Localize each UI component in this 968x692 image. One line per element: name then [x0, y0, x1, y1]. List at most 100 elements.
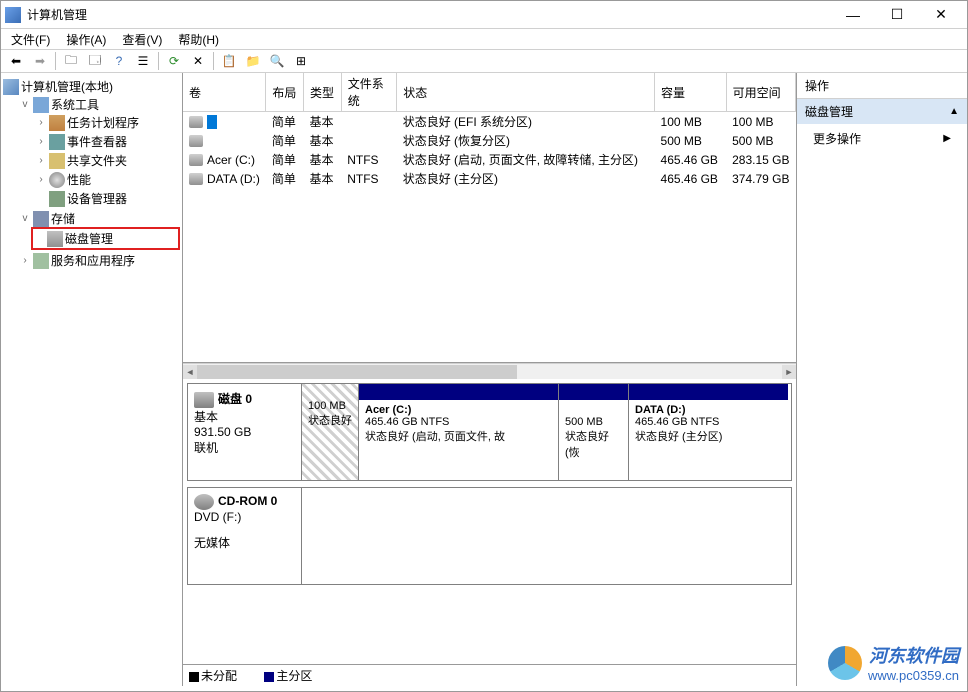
cell-status: 状态良好 (恢复分区) [397, 131, 655, 150]
cdrom-drive: DVD (F:) [194, 510, 295, 524]
tree-task-scheduler[interactable]: › 任务计划程序 [35, 114, 180, 131]
expand-icon[interactable]: › [35, 136, 47, 147]
expand-icon[interactable]: › [35, 117, 47, 128]
table-row[interactable]: 简单基本状态良好 (恢复分区)500 MB500 MB [183, 131, 796, 150]
disk-0-info: 磁盘 0 基本 931.50 GB 联机 [188, 384, 302, 480]
expand-icon[interactable]: v [19, 213, 31, 224]
tree-label: 磁盘管理 [65, 230, 113, 247]
table-row[interactable]: Acer (C:)简单基本NTFS状态良好 (启动, 页面文件, 故障转储, 主… [183, 150, 796, 169]
maximize-button[interactable]: ☐ [875, 1, 919, 29]
tree-services-apps[interactable]: › 服务和应用程序 [19, 252, 180, 269]
disk-size: 931.50 GB [194, 425, 295, 439]
refresh-button[interactable]: ⟳ [163, 51, 185, 71]
tree-label: 任务计划程序 [67, 114, 139, 131]
partition-status: 状态良好 (恢 [565, 431, 609, 459]
volume-icon [189, 173, 203, 185]
tree-label: 服务和应用程序 [51, 252, 135, 269]
computer-icon [3, 79, 19, 95]
scroll-left-arrow[interactable]: ◄ [183, 365, 197, 379]
watermark-title: 河东软件园 [868, 642, 959, 668]
partition[interactable]: Acer (C:)465.46 GB NTFS状态良好 (启动, 页面文件, 故 [358, 384, 558, 480]
partition-size: 500 MB [565, 416, 603, 428]
partition-name: DATA (D:) [635, 404, 686, 416]
menu-help[interactable]: 帮助(H) [172, 29, 225, 50]
tool-button-1[interactable]: 📋 [218, 51, 240, 71]
actions-pane: 操作 磁盘管理 ▲ 更多操作 ▶ [797, 73, 967, 686]
actions-more-label: 更多操作 [813, 130, 861, 147]
tool-button-2[interactable]: 📁 [242, 51, 264, 71]
cell-free: 374.79 GB [726, 169, 795, 188]
table-row[interactable]: DATA (D:)简单基本NTFS状态良好 (主分区)465.46 GB374.… [183, 169, 796, 188]
watermark: 河东软件园 www.pc0359.cn [828, 642, 959, 683]
tree-event-viewer[interactable]: ›事件查看器 [35, 133, 180, 150]
watermark-logo-icon [828, 646, 862, 680]
cell-fs: NTFS [341, 169, 397, 188]
back-button[interactable]: ⬅ [5, 51, 27, 71]
tree-performance[interactable]: › 性能 [35, 171, 180, 188]
show-hide-tree-button[interactable]: 🗔 [84, 51, 106, 71]
tree-device-manager[interactable]: 设备管理器 [35, 190, 180, 207]
rescan-button[interactable]: ✕ [187, 51, 209, 71]
col-type[interactable]: 类型 [304, 73, 342, 112]
cell-type: 基本 [304, 169, 342, 188]
actions-header: 操作 [797, 73, 967, 99]
actions-more[interactable]: 更多操作 ▶ [797, 124, 967, 153]
expand-icon[interactable]: › [35, 155, 47, 166]
volume-name: DATA (D:) [207, 172, 260, 186]
table-row[interactable]: 简单基本状态良好 (EFI 系统分区)100 MB100 MB [183, 112, 796, 132]
partition-size: 465.46 GB NTFS [635, 416, 719, 428]
partition[interactable]: 100 MB状态良好 [302, 384, 358, 480]
submenu-icon: ▶ [943, 133, 951, 144]
expand-icon[interactable]: v [19, 99, 31, 110]
col-fs[interactable]: 文件系统 [341, 73, 397, 112]
col-capacity[interactable]: 容量 [655, 73, 727, 112]
disk-label: 磁盘 0 [218, 392, 252, 406]
cdrom-icon [194, 494, 214, 510]
partition[interactable]: 500 MB 状态良好 (恢 [558, 384, 628, 480]
expand-icon[interactable]: › [19, 255, 31, 266]
cell-status: 状态良好 (主分区) [397, 169, 655, 188]
nav-tree: 计算机管理(本地) v 系统工具 › 任务计划程序 ›事件查看器 ›共享文件夹 [1, 73, 183, 686]
disk-map: 磁盘 0 基本 931.50 GB 联机 100 MB状态良好Acer (C:)… [183, 379, 796, 664]
tree-storage[interactable]: v 存储 [19, 210, 180, 227]
tree-shared-folders[interactable]: ›共享文件夹 [35, 152, 180, 169]
tool-button-3[interactable]: 🔍 [266, 51, 288, 71]
cell-type: 基本 [304, 131, 342, 150]
tool-button-4[interactable]: ⊞ [290, 51, 312, 71]
tree-root-label: 计算机管理(本地) [21, 78, 113, 95]
horizontal-scrollbar[interactable]: ◄ ► [183, 363, 796, 379]
storage-icon [33, 211, 49, 227]
cell-free: 100 MB [726, 112, 795, 132]
tree-label: 系统工具 [51, 96, 99, 113]
tree-system-tools[interactable]: v 系统工具 [19, 96, 180, 113]
help-button[interactable]: ? [108, 51, 130, 71]
partition[interactable]: DATA (D:)465.46 GB NTFS状态良好 (主分区) [628, 384, 788, 480]
cdrom-row[interactable]: CD-ROM 0 DVD (F:) 无媒体 [187, 487, 792, 585]
tree-disk-management[interactable]: 磁盘管理 [33, 230, 178, 247]
col-free[interactable]: 可用空间 [726, 73, 795, 112]
tree-label: 性能 [67, 171, 91, 188]
col-volume[interactable]: 卷 [183, 73, 266, 112]
minimize-button[interactable]: — [831, 1, 875, 29]
cell-type: 基本 [304, 112, 342, 132]
cell-fs: NTFS [341, 150, 397, 169]
menu-file[interactable]: 文件(F) [5, 29, 56, 50]
menu-view[interactable]: 查看(V) [116, 29, 168, 50]
disk-0-row[interactable]: 磁盘 0 基本 931.50 GB 联机 100 MB状态良好Acer (C:)… [187, 383, 792, 481]
window-title: 计算机管理 [27, 6, 831, 23]
volume-table: 卷 布局 类型 文件系统 状态 容量 可用空间 简单基本状态良好 (EFI 系统… [183, 73, 796, 188]
menu-action[interactable]: 操作(A) [60, 29, 112, 50]
actions-diskmgmt[interactable]: 磁盘管理 ▲ [797, 99, 967, 124]
scroll-thumb[interactable] [197, 365, 517, 379]
col-layout[interactable]: 布局 [266, 73, 304, 112]
partition-size: 465.46 GB NTFS [365, 416, 449, 428]
properties-button[interactable]: ☰ [132, 51, 154, 71]
close-button[interactable]: ✕ [919, 1, 963, 29]
forward-button[interactable]: ➡ [29, 51, 51, 71]
expand-icon[interactable]: › [35, 174, 47, 185]
scroll-right-arrow[interactable]: ► [782, 365, 796, 379]
tree-root[interactable]: 计算机管理(本地) [3, 78, 180, 95]
cell-free: 283.15 GB [726, 150, 795, 169]
up-button[interactable]: 🗀 [60, 51, 82, 71]
col-status[interactable]: 状态 [397, 73, 655, 112]
